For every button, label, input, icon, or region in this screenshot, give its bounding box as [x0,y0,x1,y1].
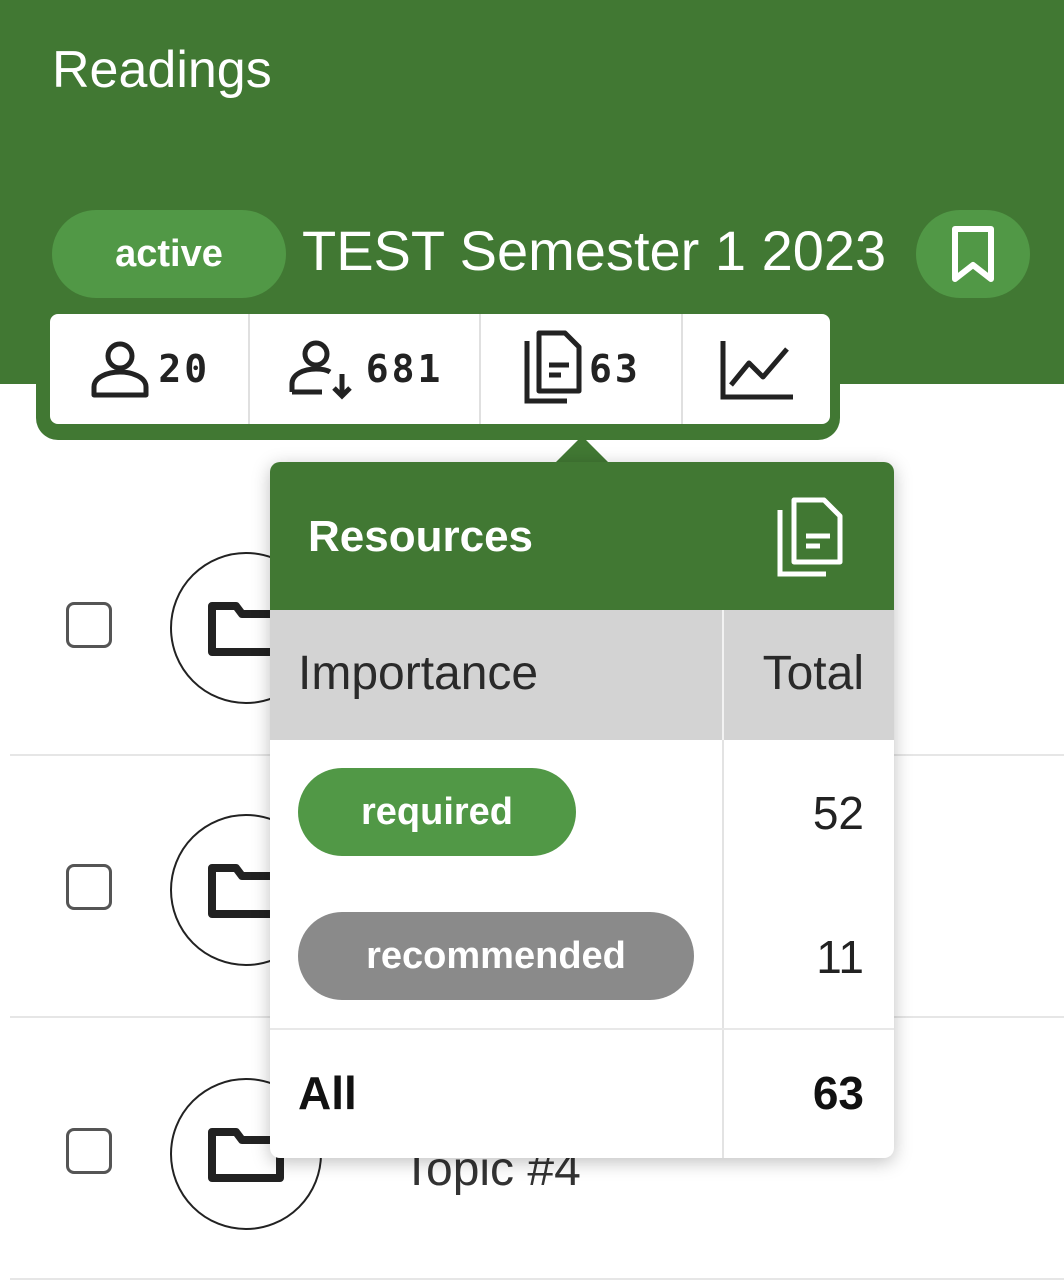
documents-icon [777,497,843,577]
page-title: Readings [52,41,272,99]
stat-downloads[interactable]: 681 [250,314,481,424]
stat-analytics[interactable] [683,314,830,424]
total-required: 52 [812,787,864,839]
importance-badge-recommended: recommended [298,912,694,1000]
total-recommended: 11 [816,931,864,983]
person-icon [91,341,149,398]
bookmark-icon [952,226,994,282]
row-checkbox[interactable] [66,1128,112,1174]
stats-bar: 20 681 63 [50,314,830,424]
row-checkbox[interactable] [66,864,112,910]
header-column-divider [722,610,724,740]
person-download-icon [289,340,352,400]
documents-icon [524,330,582,404]
importance-badge-required: required [298,768,576,856]
row-checkbox[interactable] [66,602,112,648]
resources-popover: Resources Importance Total required 52 r… [270,462,894,1158]
stat-students-value: 20 [158,347,211,391]
bookmark-button[interactable] [916,210,1030,298]
stat-resources-value: 63 [589,347,641,391]
footer-all-label: All [298,1067,357,1119]
stat-students[interactable]: 20 [50,314,251,424]
line-chart-icon [720,341,793,400]
footer-all-total: 63 [812,1067,864,1119]
popover-arrow [554,436,610,464]
popover-table-header: Importance Total [270,610,894,740]
status-badge: active [52,210,286,298]
course-title: TEST Semester 1 2023 [302,219,887,282]
popover-title: Resources [308,512,534,561]
popover-footer-divider [270,1028,894,1030]
column-header-importance: Importance [298,647,539,700]
popover-header: Resources [270,462,894,610]
stat-resources[interactable]: 63 [481,314,684,424]
column-header-total: Total [762,647,864,700]
stat-downloads-value: 681 [365,347,444,391]
popover-header-icon [774,496,850,585]
